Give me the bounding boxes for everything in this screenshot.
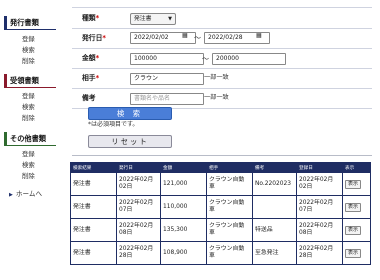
amount-from-input[interactable]: 100000 <box>130 53 204 65</box>
col-header-action: 表示 <box>342 162 371 173</box>
reset-button[interactable]: リセット <box>88 135 172 148</box>
sidebar-other-register[interactable]: 登録 <box>22 149 35 158</box>
cell-registered: 2022年02月08日 <box>296 218 343 242</box>
home-link[interactable]: ▶ ホームへ <box>9 188 42 198</box>
cell-partner: クラウン自動車 <box>206 241 253 265</box>
table-row: 発注書 2022年02月28日 108,900 クラウン自動車 至急発注 202… <box>70 241 371 265</box>
col-header-amount: 金額 <box>160 162 207 173</box>
cell-partner: クラウン自動車 <box>206 218 253 242</box>
cell-action: 表示 <box>342 218 371 242</box>
form-row-date: 発行日* 2022/02/02 ▦ 〜 2022/02/28 ▦ <box>72 28 372 49</box>
home-link-label: ホームへ <box>15 190 43 198</box>
col-header-partner: 相手 <box>206 162 253 173</box>
cell-action: 表示 <box>342 172 371 196</box>
cell-remarks: 至急発注 <box>252 241 297 265</box>
search-form: 種類* 発注書 ▼ 発行日* 2022/02/02 ▦ 〜 2022/02/28… <box>72 4 372 152</box>
cell-amount: 108,900 <box>160 241 207 265</box>
show-button[interactable]: 表示 <box>345 248 362 258</box>
amount-range-separator: 〜 <box>202 55 209 63</box>
col-header-date: 発行日 <box>116 162 161 173</box>
amount-label: 金額* <box>82 54 100 62</box>
form-row-partner: 相手* クラウン 一部一致 <box>72 68 372 89</box>
col-header-registered: 登録日 <box>296 162 343 173</box>
cell-registered: 2022年02月02日 <box>296 172 343 196</box>
sidebar-issued-delete[interactable]: 削除 <box>22 56 35 65</box>
triangle-right-icon: ▶ <box>9 192 13 198</box>
cell-remarks: 特送品 <box>252 218 297 242</box>
show-button[interactable]: 表示 <box>345 202 362 212</box>
show-button[interactable]: 表示 <box>345 225 362 235</box>
cell-date: 2022年02月08日 <box>116 218 161 242</box>
cell-amount: 121,000 <box>160 172 207 196</box>
remarks-label: 備考 <box>82 94 96 102</box>
sidebar-section-received-title: 受領書類 <box>4 74 56 88</box>
sidebar-section-issued-title: 発行書類 <box>4 16 56 30</box>
date-range-separator: 〜 <box>194 34 201 42</box>
cell-registered: 2022年02月07日 <box>296 195 343 219</box>
form-row-amount: 金額* 100000 〜 200000 <box>72 48 372 69</box>
cell-amount: 110,000 <box>160 195 207 219</box>
date-label: 発行日* <box>82 34 106 42</box>
show-button[interactable]: 表示 <box>345 179 362 189</box>
type-label: 種類* <box>82 14 100 22</box>
partner-label: 相手* <box>82 74 100 82</box>
sidebar-received-register[interactable]: 登録 <box>22 91 35 100</box>
sidebar-other-delete[interactable]: 削除 <box>22 171 35 180</box>
cell-type: 発注書 <box>70 172 117 196</box>
table-row: 発注書 2022年02月07日 110,000 クラウン自動車 2022年02月… <box>70 195 371 219</box>
cell-type: 発注書 <box>70 218 117 242</box>
sidebar-issued-register[interactable]: 登録 <box>22 34 35 43</box>
cell-type: 発注書 <box>70 241 117 265</box>
sidebar-received-search[interactable]: 検索 <box>22 102 35 111</box>
required-note: *は必須項目です。 <box>88 121 139 128</box>
cell-registered: 2022年02月28日 <box>296 241 343 265</box>
form-row-remarks: 備考 書類名や品名 一部一致 <box>72 88 372 109</box>
sidebar: 発行書類 登録 検索 削除 受領書類 登録 検索 削除 その他書類 登録 検索 … <box>0 0 62 280</box>
type-select-value: 発注書 <box>134 16 152 22</box>
cell-date: 2022年02月28日 <box>116 241 161 265</box>
cell-remarks <box>252 195 297 219</box>
partner-match-label: 一部一致 <box>204 74 229 81</box>
remarks-input[interactable]: 書類名や品名 <box>130 93 204 105</box>
sidebar-received-delete[interactable]: 削除 <box>22 113 35 122</box>
sidebar-issued-search[interactable]: 検索 <box>22 45 35 54</box>
cell-action: 表示 <box>342 241 371 265</box>
amount-to-input[interactable]: 200000 <box>212 53 286 65</box>
type-select[interactable]: 発注書 ▼ <box>130 13 176 25</box>
chevron-down-icon: ▼ <box>168 16 172 22</box>
divider <box>72 155 372 156</box>
table-header-row: 検索結果 発行日 金額 相手 備考 登録日 表示 <box>70 162 371 173</box>
cell-partner: クラウン自動車 <box>206 172 253 196</box>
cell-action: 表示 <box>342 195 371 219</box>
cell-remarks: No.2202023 <box>252 172 297 196</box>
table-row: 発注書 2022年02月02日 121,000 クラウン自動車 No.22020… <box>70 172 371 196</box>
sidebar-other-search[interactable]: 検索 <box>22 160 35 169</box>
cell-type: 発注書 <box>70 195 117 219</box>
col-header-remarks: 備考 <box>252 162 297 173</box>
col-header-type: 検索結果 <box>70 162 117 173</box>
calendar-icon[interactable]: ▦ <box>182 32 188 39</box>
cell-date: 2022年02月07日 <box>116 195 161 219</box>
cell-amount: 135,300 <box>160 218 207 242</box>
sidebar-section-other-title: その他書類 <box>4 132 56 146</box>
form-row-type: 種類* 発注書 ▼ <box>72 7 372 29</box>
calendar-icon[interactable]: ▦ <box>256 32 262 39</box>
results-table: 検索結果 発行日 金額 相手 備考 登録日 表示 発注書 2022年02月02日… <box>70 162 371 265</box>
partner-input[interactable]: クラウン <box>130 73 204 85</box>
remarks-match-label: 一部一致 <box>204 94 229 101</box>
cell-partner: クラウン自動車 <box>206 195 253 219</box>
cell-date: 2022年02月02日 <box>116 172 161 196</box>
table-row: 発注書 2022年02月08日 135,300 クラウン自動車 特送品 2022… <box>70 218 371 242</box>
